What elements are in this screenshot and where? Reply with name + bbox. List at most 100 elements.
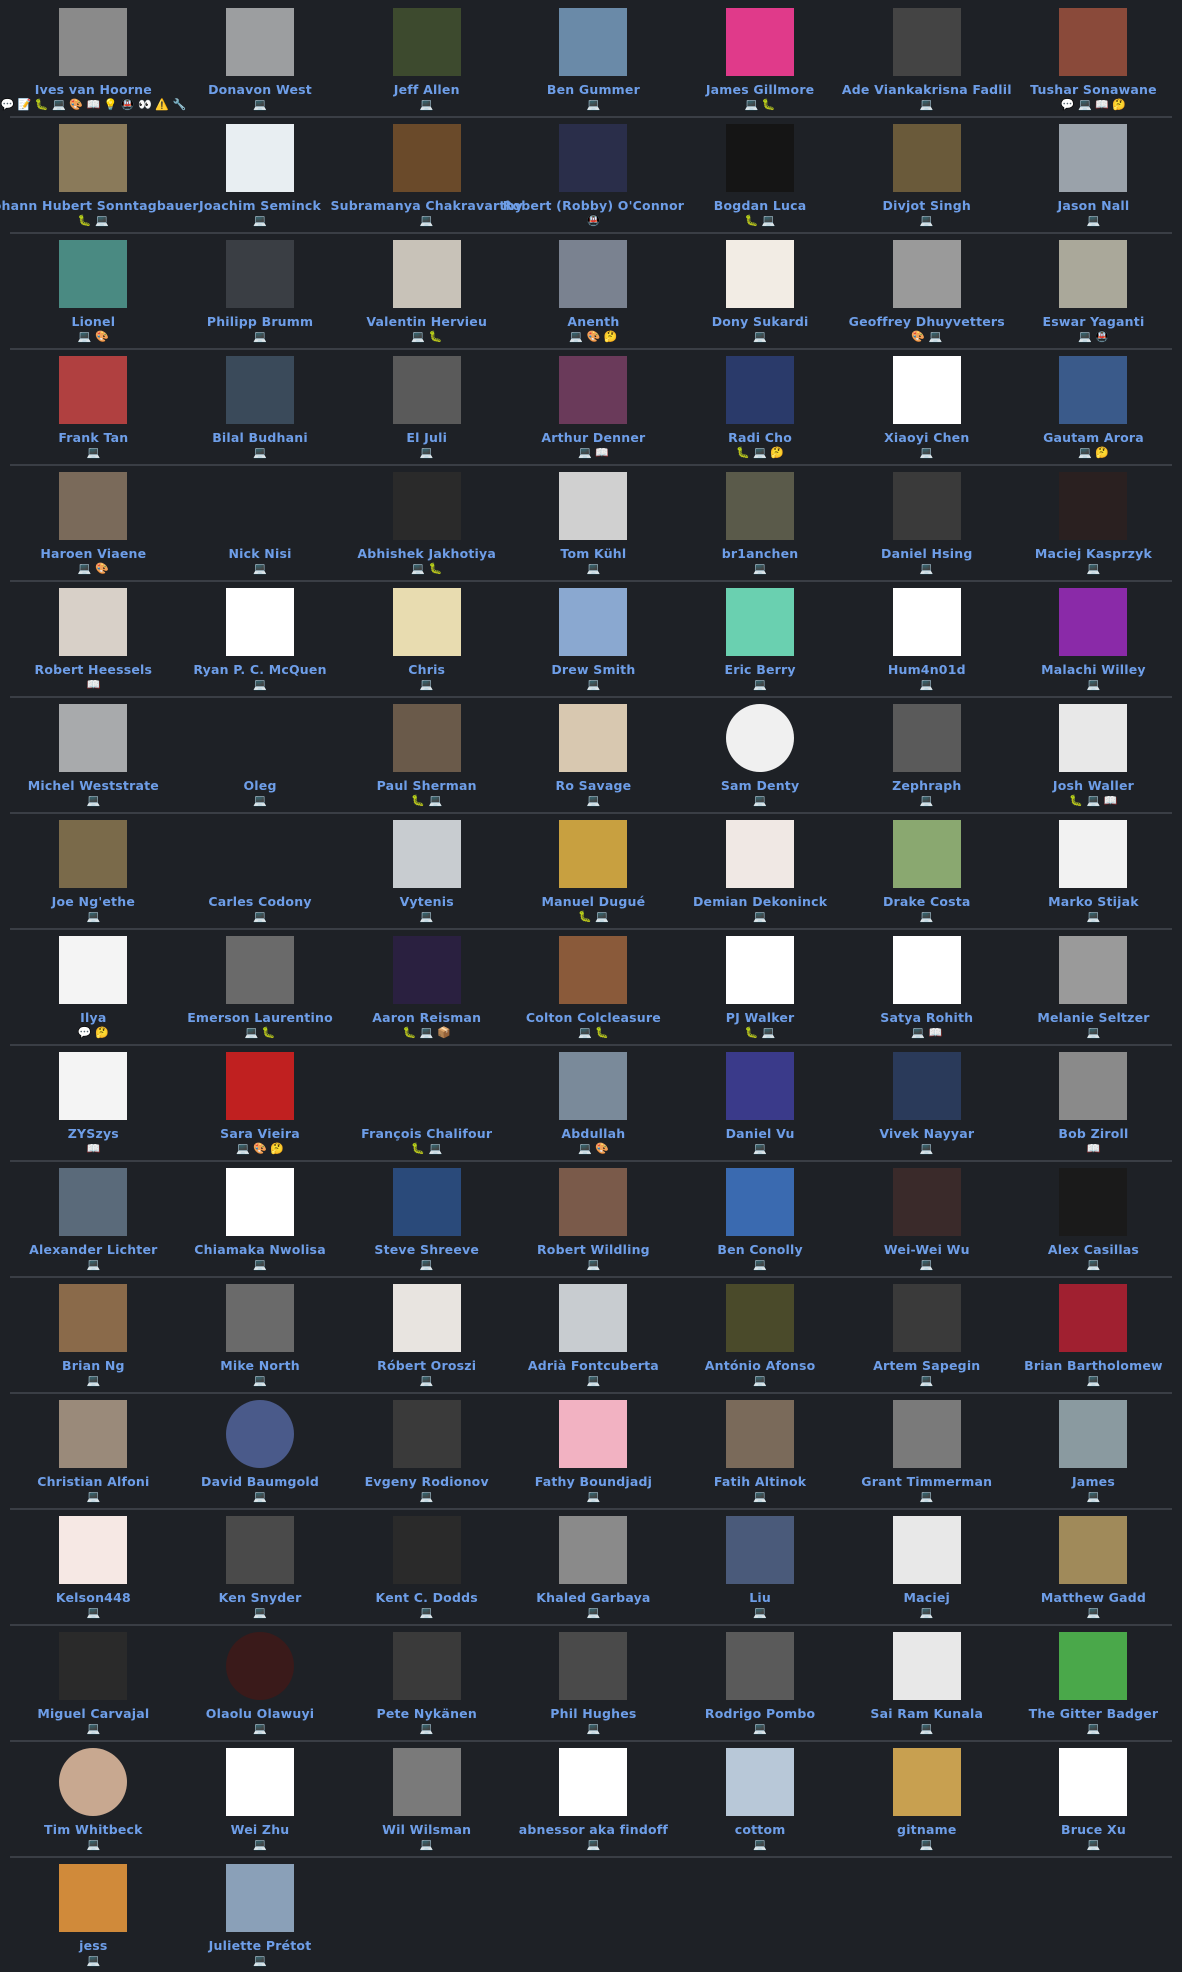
contributor-card[interactable]: Phil Hughes 💻	[510, 1632, 677, 1740]
contributor-card[interactable]: Bilal Budhani 💻	[177, 356, 344, 464]
contributor-name[interactable]: Kelson448	[56, 1590, 131, 1605]
contribution-badges[interactable]: 💻	[920, 446, 934, 460]
contributor-card[interactable]: jess 💻	[10, 1864, 177, 1972]
avatar[interactable]	[892, 356, 961, 424]
contributor-card[interactable]: Philipp Brumm 💻	[177, 240, 344, 348]
contributor-name[interactable]: Fatih Altinok	[714, 1474, 806, 1489]
contributor-card[interactable]: Daniel Hsing 💻	[843, 472, 1010, 580]
contribution-badges[interactable]: 💻	[420, 1490, 434, 1504]
contributor-name[interactable]: Khaled Garbaya	[536, 1590, 650, 1605]
contributor-card[interactable]: Ryan P. C. McQuen 💻	[177, 588, 344, 696]
contribution-badges[interactable]: 🚇	[587, 214, 601, 228]
contributor-name[interactable]: Ben Conolly	[717, 1242, 802, 1257]
contribution-badges[interactable]: 💻	[420, 214, 434, 228]
contribution-badges[interactable]: 💻	[86, 910, 100, 924]
contributor-card[interactable]: Tom Kühl 💻	[510, 472, 677, 580]
contributor-card[interactable]: Eswar Yaganti 💻 🚇	[1010, 240, 1177, 348]
contributor-card[interactable]: Fathy Boundjadj 💻	[510, 1400, 677, 1508]
contributor-card[interactable]: Zephraph 💻	[843, 704, 1010, 812]
contributor-card[interactable]: Malachi Willey 💻	[1010, 588, 1177, 696]
contributor-card[interactable]: El Juli 💻	[343, 356, 510, 464]
contributor-name[interactable]: Alexander Lichter	[29, 1242, 157, 1257]
contributor-card[interactable]: Donavon West 💻	[177, 8, 344, 116]
contributor-name[interactable]: Satya Rohith	[880, 1010, 973, 1025]
contributor-name[interactable]: Ken Snyder	[219, 1590, 302, 1605]
contributor-card[interactable]: Vivek Nayyar 💻	[843, 1052, 1010, 1160]
contribution-badges[interactable]: 💻	[920, 1722, 934, 1736]
avatar[interactable]	[726, 1052, 795, 1120]
contribution-badges[interactable]: 💻	[753, 330, 767, 344]
contribution-badges[interactable]: 💻	[587, 678, 601, 692]
contribution-badges[interactable]: 💻	[253, 330, 267, 344]
contributor-name[interactable]: br1anchen	[722, 546, 799, 561]
contribution-badges[interactable]: 💻	[86, 1606, 100, 1620]
avatar[interactable]	[892, 1400, 961, 1468]
contribution-badges[interactable]: 💻	[587, 794, 601, 808]
contributor-name[interactable]: Steve Shreeve	[374, 1242, 479, 1257]
contribution-badges[interactable]: 💻	[253, 1606, 267, 1620]
contribution-badges[interactable]: 💻 🐛	[245, 1026, 276, 1040]
contributor-card[interactable]: Satya Rohith 💻 📖	[843, 936, 1010, 1044]
contribution-badges[interactable]: 💻	[420, 1722, 434, 1736]
avatar[interactable]	[559, 820, 628, 888]
contribution-badges[interactable]: 💻	[420, 910, 434, 924]
avatar[interactable]	[559, 588, 628, 656]
avatar[interactable]	[226, 1168, 295, 1236]
contributor-card[interactable]: Fatih Altinok 💻	[677, 1400, 844, 1508]
contribution-badges[interactable]: 💻 🐛	[411, 330, 442, 344]
contributor-card[interactable]: Robert Wildling 💻	[510, 1168, 677, 1276]
avatar[interactable]	[726, 1400, 795, 1468]
contributor-card[interactable]: PJ Walker 🐛 💻	[677, 936, 844, 1044]
contributor-card[interactable]: Colton Colcleasure 💻 🐛	[510, 936, 677, 1044]
contribution-badges[interactable]: 💻	[253, 214, 267, 228]
contributor-name[interactable]: Eric Berry	[724, 662, 795, 677]
contribution-badges[interactable]: 💻	[753, 562, 767, 576]
avatar[interactable]	[726, 8, 795, 76]
contributor-name[interactable]: Fathy Boundjadj	[535, 1474, 652, 1489]
avatar[interactable]	[392, 356, 461, 424]
contribution-badges[interactable]: 💻 🎨 🤔	[236, 1142, 284, 1156]
contributor-name[interactable]: Valentin Hervieu	[366, 314, 487, 329]
contributor-card[interactable]: Miguel Carvajal 💻	[10, 1632, 177, 1740]
avatar[interactable]	[726, 704, 795, 772]
contributor-card[interactable]: Khaled Garbaya 💻	[510, 1516, 677, 1624]
contributor-name[interactable]: jess	[79, 1938, 107, 1953]
contribution-badges[interactable]: 💻	[253, 1258, 267, 1272]
contributor-name[interactable]: Mike North	[220, 1358, 300, 1373]
contribution-badges[interactable]: 💻	[753, 1606, 767, 1620]
contributor-card[interactable]: Dony Sukardi 💻	[677, 240, 844, 348]
avatar[interactable]	[226, 820, 295, 888]
avatar[interactable]	[726, 240, 795, 308]
contribution-badges[interactable]: 💻	[587, 1722, 601, 1736]
contributor-name[interactable]: Chiamaka Nwolisa	[194, 1242, 326, 1257]
contributor-name[interactable]: Vivek Nayyar	[879, 1126, 974, 1141]
contributor-name[interactable]: El Juli	[406, 430, 447, 445]
contribution-badges[interactable]: 🐛 💻 📖	[1069, 794, 1117, 808]
contribution-badges[interactable]: 💻	[587, 1838, 601, 1852]
avatar[interactable]	[892, 1632, 961, 1700]
avatar[interactable]	[559, 1632, 628, 1700]
avatar[interactable]	[226, 936, 295, 1004]
contribution-badges[interactable]: 💻	[920, 1606, 934, 1620]
contribution-badges[interactable]: 💻 🎨	[578, 1142, 609, 1156]
contributor-card[interactable]: Subramanya Chakravarthy 💻	[330, 124, 523, 232]
contributor-card[interactable]: Bruce Xu 💻	[1010, 1748, 1177, 1856]
contributor-name[interactable]: Johann Hubert Sonntagbauer	[0, 198, 199, 213]
contribution-badges[interactable]: 💻	[1087, 1838, 1101, 1852]
contributor-name[interactable]: Ade Viankakrisna Fadlil	[842, 82, 1012, 97]
contributor-card[interactable]: The Gitter Badger 💻	[1010, 1632, 1177, 1740]
contribution-badges[interactable]: 💻	[1087, 562, 1101, 576]
avatar[interactable]	[892, 8, 961, 76]
contributor-card[interactable]: Abdullah 💻 🎨	[510, 1052, 677, 1160]
avatar[interactable]	[1059, 1748, 1128, 1816]
avatar[interactable]	[559, 1400, 628, 1468]
contributor-name[interactable]: Robert (Robby) O'Connor	[503, 198, 685, 213]
contributor-card[interactable]: Brian Bartholomew 💻	[1010, 1284, 1177, 1392]
contributor-card[interactable]: Marko Stijak 💻	[1010, 820, 1177, 928]
contributor-card[interactable]: cottom 💻	[677, 1748, 844, 1856]
contribution-badges[interactable]: 💻	[86, 1490, 100, 1504]
contributor-card[interactable]: Wil Wilsman 💻	[343, 1748, 510, 1856]
contribution-badges[interactable]: 🐛 💻	[411, 794, 442, 808]
avatar[interactable]	[559, 704, 628, 772]
contributor-name[interactable]: Ives van Hoorne	[35, 82, 152, 97]
